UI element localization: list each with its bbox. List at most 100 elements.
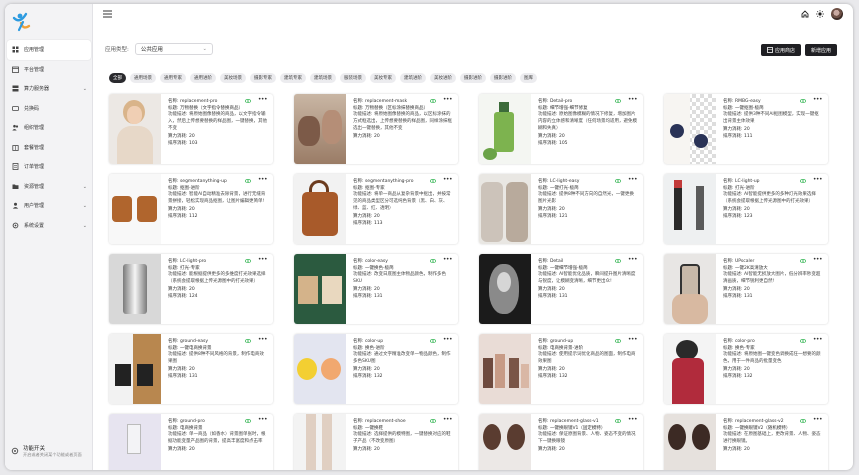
app-card[interactable]: ••• 名称: segmentanything-up 标题: 抠图-进阶 功能描述: … bbox=[109, 174, 273, 244]
app-tag: 一键换色-极简 bbox=[364, 266, 394, 272]
name-label: 名称: bbox=[723, 259, 735, 264]
app-info: 名称: color-pro 标题: 换色-专家 功能描述: 将原始图一键变色调换成任… bbox=[723, 338, 823, 380]
app-tag: 抠图-专家 bbox=[364, 186, 385, 192]
app-store-button[interactable]: 应用商店 bbox=[761, 44, 801, 56]
app-type-select[interactable]: 公共应用 ⌄ bbox=[134, 43, 213, 55]
sidebar-item-4[interactable]: 组织管理 bbox=[5, 118, 93, 138]
power-label: 算力消耗: bbox=[723, 447, 744, 452]
app-card[interactable]: ••• 名称: LC-light-up 标题: 打光-进阶 功能描述: AI智能提供更… bbox=[664, 174, 828, 244]
sidebar-item-5[interactable]: 套餐管理 bbox=[5, 138, 93, 158]
app-card[interactable]: ••• 名称: Detail 标题: 一键细节增强-极简 功能描述: AI智能优化品质… bbox=[479, 254, 643, 324]
app-power: 20 bbox=[188, 207, 195, 212]
sidebar-item-7[interactable]: 资源管理 ⌄ bbox=[5, 177, 93, 197]
sort-label: 排序消耗: bbox=[538, 214, 559, 220]
feature-desc: 开启或者关闭某个功能或者页面 bbox=[23, 452, 82, 457]
app-card[interactable]: ••• 名称: LC-light-pro 标题: 打光-专家 功能描述: 能根据提供更… bbox=[109, 254, 273, 324]
app-sort: 132 bbox=[373, 374, 383, 380]
name-label: 名称: bbox=[353, 259, 365, 264]
sort-label: 排序消耗: bbox=[723, 374, 744, 380]
category-tag[interactable]: 摄影专家 bbox=[250, 73, 276, 83]
sidebar-item-label: 应用管理 bbox=[24, 47, 45, 54]
filter-row: 应用类型: 公共应用 ⌄ bbox=[105, 43, 213, 55]
sidebar-item-1[interactable]: 平台管理 bbox=[5, 60, 93, 80]
app-card[interactable]: ••• 名称: RMBG-easy 标题: 一键抠图-极简 功能描述: 提供3种不同A… bbox=[664, 94, 828, 164]
desc-label: 功能描述: bbox=[353, 352, 374, 358]
app-card[interactable]: ••• 名称: Detail-pro 标题: 细节增强-细节修复 功能描述: 原始图像… bbox=[479, 94, 643, 164]
app-card[interactable]: ••• 名称: ground-pro 标题: 电商换背景 功能描述: 单一商品（如香水… bbox=[109, 414, 273, 470]
app-name: color-easy bbox=[364, 259, 388, 264]
app-thumbnail bbox=[479, 414, 531, 470]
power-label: 算力消耗: bbox=[538, 133, 559, 139]
sidebar-item-2[interactable]: 算力服务器 ⌄ bbox=[5, 79, 93, 99]
app-card[interactable]: ••• 名称: replacement-glass-v2 标题: 一键换眼镜V2（随… bbox=[664, 414, 828, 470]
tag-label: 标题: bbox=[168, 426, 180, 432]
name-label: 名称: bbox=[168, 179, 180, 184]
sidebar-item-6[interactable]: 订单管理 bbox=[5, 157, 93, 177]
app-card[interactable]: ••• 名称: LC-light-easy 标题: 一键打光-极简 功能描述: 提供8… bbox=[479, 174, 643, 244]
desc-label: 功能描述: bbox=[353, 272, 374, 278]
tag-label: 标题: bbox=[538, 186, 550, 192]
category-tag[interactable]: 建筑专家 bbox=[280, 73, 306, 83]
app-sort: 113 bbox=[373, 221, 383, 226]
sidebar-item-0[interactable]: 应用管理 bbox=[7, 40, 91, 60]
app-thumbnail bbox=[294, 174, 346, 244]
sidebar-item-9[interactable]: 系统设置 ⌄ bbox=[5, 216, 93, 236]
app-sort: 112 bbox=[188, 214, 198, 220]
sidebar-item-3[interactable]: 兑换码 bbox=[5, 99, 93, 119]
category-tag[interactable]: 通用场景 bbox=[130, 73, 156, 83]
category-tag[interactable]: 建筑场景 bbox=[310, 73, 336, 83]
category-tag[interactable]: 摄影进阶 bbox=[460, 73, 486, 83]
app-name: replacement-pro bbox=[179, 99, 218, 104]
sun-icon[interactable] bbox=[816, 10, 824, 18]
app-sort: 131 bbox=[558, 294, 568, 300]
sort-label: 排序消耗: bbox=[723, 134, 744, 140]
app-card[interactable]: ••• 名称: color-easy 标题: 一键换色-极简 功能描述: 改变日底图主… bbox=[294, 254, 458, 324]
tag-label: 标题: bbox=[168, 186, 180, 192]
sort-label: 排序消耗: bbox=[538, 374, 559, 380]
app-power: 20 bbox=[188, 447, 195, 452]
app-card[interactable]: ••• 名称: ground-easy 标题: 一键电商换背景 功能描述: 提供8种不… bbox=[109, 334, 273, 404]
power-label: 算力消耗: bbox=[353, 287, 374, 292]
app-card[interactable]: ••• 名称: ground-up 标题: 电商换背景-进阶 功能描述: 使用提示词优… bbox=[479, 334, 643, 404]
gear-icon bbox=[11, 447, 19, 455]
app-thumbnail bbox=[109, 334, 161, 404]
feature-toggle[interactable]: 功能开关 开启或者关闭某个功能或者页面 bbox=[11, 444, 91, 458]
menu-icon[interactable] bbox=[103, 10, 112, 18]
app-name: ground-easy bbox=[179, 339, 209, 344]
category-tag[interactable]: 服装场景 bbox=[340, 73, 366, 83]
category-tag[interactable]: 通用进阶 bbox=[190, 73, 216, 83]
category-tag[interactable]: 摄影进阶 bbox=[490, 73, 516, 83]
app-thumbnail bbox=[479, 334, 531, 404]
app-info: 名称: UPscaler 标题: 一键2K高清放大 功能描述: AI智能无损放大图片… bbox=[723, 258, 823, 300]
power-label: 算力消耗: bbox=[168, 367, 189, 372]
power-label: 算力消耗: bbox=[538, 287, 559, 292]
grid-icon bbox=[12, 46, 19, 53]
app-card[interactable]: ••• 名称: color-up 标题: 换色-进阶 功能描述: 通过文字精准改变单一… bbox=[294, 334, 458, 404]
home-icon[interactable] bbox=[801, 10, 809, 18]
avatar[interactable] bbox=[831, 8, 843, 20]
app-card[interactable]: ••• 名称: color-pro 标题: 换色-专家 功能描述: 将原始图一键变色调… bbox=[664, 334, 828, 404]
app-card[interactable]: ••• 名称: replacement-mask 标题: 万物替换（区标涂抹替换商品… bbox=[294, 94, 458, 164]
settings-icon bbox=[12, 222, 19, 229]
category-tag[interactable]: 美妆专家 bbox=[370, 73, 396, 83]
app-sort: 123 bbox=[743, 214, 753, 220]
category-tag[interactable]: 图库 bbox=[520, 73, 537, 83]
app-sort: 124 bbox=[188, 294, 198, 300]
sidebar-item-8[interactable]: 用户管理 ⌄ bbox=[5, 196, 93, 216]
power-label: 算力消耗: bbox=[538, 367, 559, 372]
category-tag[interactable]: 美妆场景 bbox=[220, 73, 246, 83]
app-tag: 一键抠图-极简 bbox=[734, 106, 764, 112]
category-tag[interactable]: 通用专家 bbox=[160, 73, 186, 83]
app-sort: 132 bbox=[558, 374, 568, 380]
category-tag[interactable]: 建筑进阶 bbox=[400, 73, 426, 83]
app-card[interactable]: ••• 名称: replacement-shoe 标题: 一键换鞋 功能描述: 选择提… bbox=[294, 414, 458, 470]
category-tag[interactable]: 全部 bbox=[109, 73, 126, 83]
app-card[interactable]: ••• 名称: UPscaler 标题: 一键2K高清放大 功能描述: AI智能无损放… bbox=[664, 254, 828, 324]
app-thumbnail bbox=[664, 94, 716, 164]
add-app-button[interactable]: 新增应用 bbox=[805, 44, 837, 56]
app-card[interactable]: ••• 名称: replacement-pro 标题: 万物替换（文字指令替换商品）… bbox=[109, 94, 273, 164]
app-card[interactable]: ••• 名称: segmentanything-pro 标题: 抠图-专家 功能描述:… bbox=[294, 174, 458, 244]
category-tag[interactable]: 美妆进阶 bbox=[430, 73, 456, 83]
desc-label: 功能描述: bbox=[538, 272, 559, 278]
app-card[interactable]: ••• 名称: replacement-glass-v1 标题: 一键换眼镜V1（固… bbox=[479, 414, 643, 470]
